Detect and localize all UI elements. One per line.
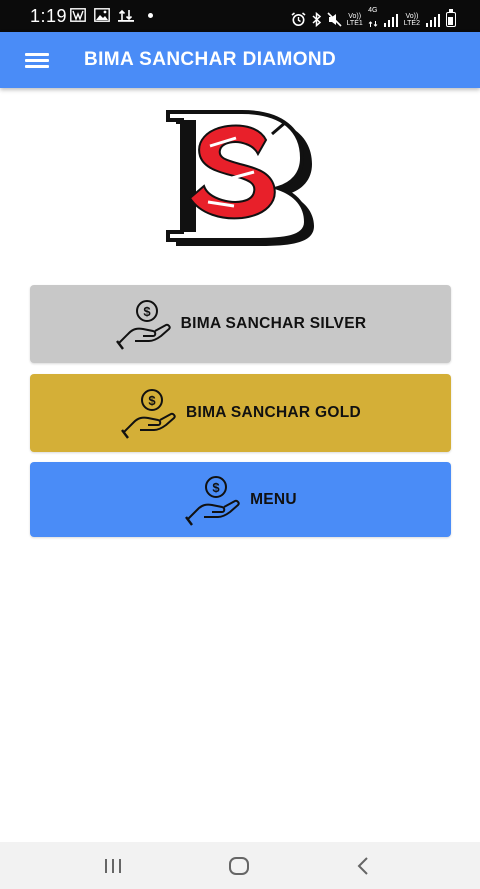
hamburger-menu-icon[interactable] bbox=[25, 51, 49, 69]
button-label: BIMA SANCHAR SILVER bbox=[180, 315, 367, 332]
system-nav-bar bbox=[0, 842, 480, 889]
screen: 1:19 Vo)) LTE1 4G Vo)) LTE2 BIMA SANCHAR… bbox=[0, 0, 480, 889]
bluetooth-icon bbox=[312, 12, 321, 27]
money-hand-icon: $ bbox=[115, 300, 171, 350]
alarm-icon bbox=[291, 12, 306, 26]
more-notifications-dot bbox=[148, 12, 153, 18]
status-system-icons: Vo)) LTE1 4G Vo)) LTE2 bbox=[291, 7, 456, 32]
app-notification-icon bbox=[70, 8, 86, 22]
money-hand-icon: $ bbox=[185, 475, 240, 526]
button-label: BIMA SANCHAR GOLD bbox=[185, 404, 362, 421]
volte-sim1: Vo)) LTE1 bbox=[346, 12, 363, 27]
svg-text:$: $ bbox=[212, 480, 220, 495]
app-bar: BIMA SANCHAR DIAMOND bbox=[0, 32, 480, 88]
bs-logo bbox=[166, 110, 314, 246]
gallery-icon bbox=[94, 8, 110, 22]
app-title: BIMA SANCHAR DIAMOND bbox=[84, 49, 337, 70]
status-notification-icons bbox=[70, 8, 153, 22]
mute-icon bbox=[326, 12, 342, 27]
recent-apps-icon[interactable] bbox=[103, 857, 123, 875]
signal-sim1-icon bbox=[383, 13, 398, 27]
bima-sanchar-gold-button[interactable]: $ BIMA SANCHAR GOLD bbox=[30, 374, 451, 452]
svg-text:$: $ bbox=[143, 304, 151, 319]
status-bar: 1:19 Vo)) LTE1 4G Vo)) LTE2 bbox=[0, 0, 480, 32]
money-hand-icon: $ bbox=[121, 389, 176, 439]
button-label: MENU bbox=[250, 490, 297, 508]
back-icon[interactable] bbox=[355, 856, 373, 876]
data-arrows-icon bbox=[368, 21, 378, 27]
battery-icon bbox=[446, 9, 456, 27]
home-icon[interactable] bbox=[228, 856, 250, 876]
data-transfer-icon bbox=[118, 9, 134, 22]
status-time: 1:19 bbox=[30, 6, 68, 26]
volte-sim2: Vo)) LTE2 bbox=[403, 12, 420, 27]
svg-text:$: $ bbox=[148, 393, 156, 408]
bima-sanchar-silver-button[interactable]: $ BIMA SANCHAR SILVER bbox=[30, 285, 451, 363]
signal-sim2-icon bbox=[426, 13, 440, 27]
network-type: 4G bbox=[368, 7, 378, 32]
menu-button[interactable]: $ MENU bbox=[30, 462, 451, 537]
